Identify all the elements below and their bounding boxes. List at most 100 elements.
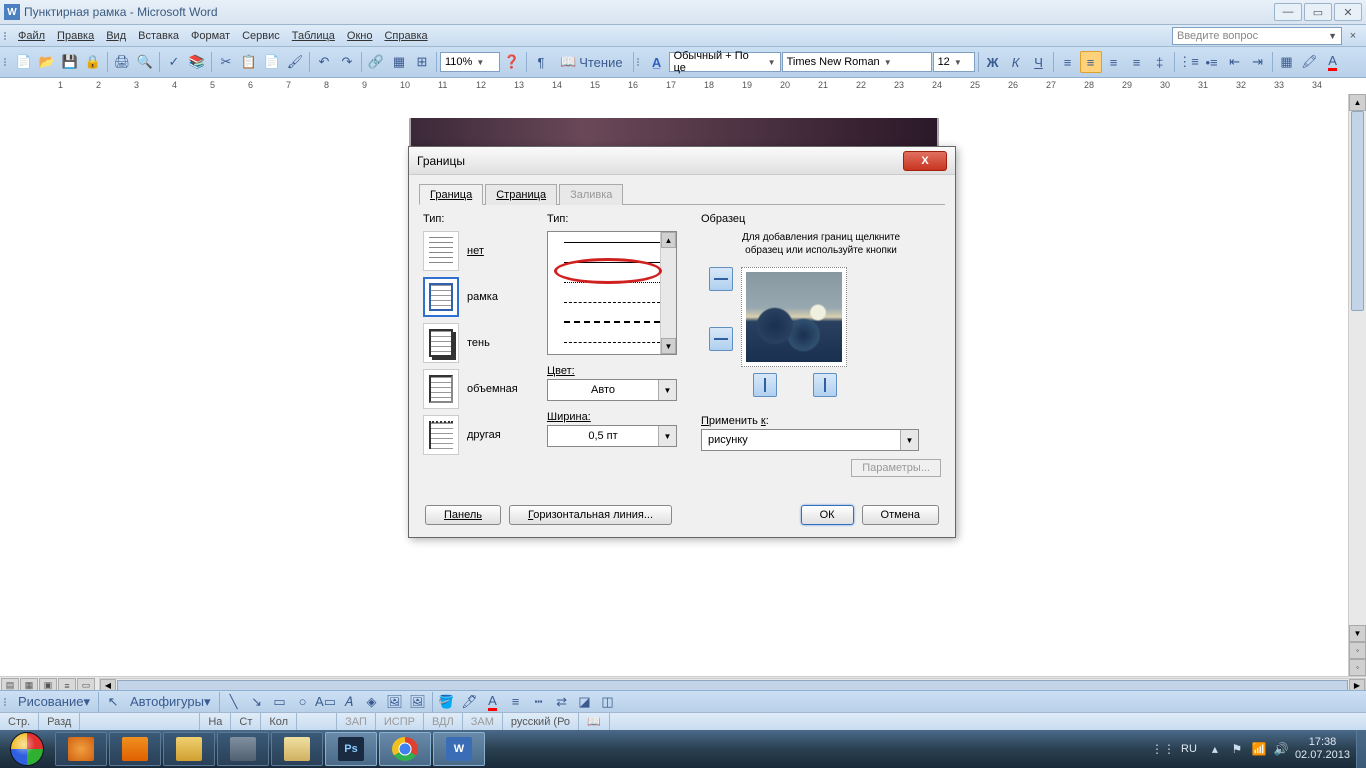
grip-icon[interactable]: [637, 58, 643, 66]
menu-file[interactable]: Файл: [12, 28, 51, 44]
borders-icon[interactable]: ▦: [1276, 51, 1298, 73]
underline-icon[interactable]: Ч: [1028, 51, 1050, 73]
menu-edit[interactable]: Правка: [51, 28, 100, 44]
tray-network-icon[interactable]: 📶: [1251, 741, 1267, 757]
border-right-button[interactable]: [813, 373, 837, 397]
color-select[interactable]: Авто▼: [547, 379, 677, 401]
reading-button[interactable]: 📖 Чтение: [553, 51, 630, 73]
styles-pane-icon[interactable]: A̲: [646, 51, 668, 73]
shadow-style-icon[interactable]: ◪: [574, 691, 596, 713]
permission-icon[interactable]: 🔒: [82, 51, 104, 73]
apply-to-select[interactable]: рисунку▼: [701, 429, 919, 451]
status-track[interactable]: ИСПР: [376, 713, 424, 730]
tab-fill[interactable]: Заливка: [559, 184, 623, 205]
bullets-icon[interactable]: •≡: [1201, 51, 1223, 73]
copy-icon[interactable]: 📋: [238, 51, 260, 73]
width-select[interactable]: 0,5 пт▼: [547, 425, 677, 447]
fill-color-icon[interactable]: 🪣: [436, 691, 458, 713]
scroll-thumb[interactable]: [1351, 111, 1364, 311]
taskbar-explorer[interactable]: [163, 732, 215, 766]
show-codes-icon[interactable]: ¶: [530, 51, 552, 73]
grip-icon[interactable]: [4, 32, 10, 40]
next-page-icon[interactable]: ◦: [1349, 659, 1366, 676]
autoshapes-menu[interactable]: Автофигуры ▾: [125, 691, 216, 713]
menu-service[interactable]: Сервис: [236, 28, 286, 44]
align-center-icon[interactable]: ≡: [1080, 51, 1102, 73]
dash-style-icon[interactable]: ┅: [528, 691, 550, 713]
diagram-icon[interactable]: ◈: [361, 691, 383, 713]
tray-flag-icon[interactable]: ⚑: [1229, 741, 1245, 757]
setting-shadow-icon[interactable]: [423, 323, 459, 363]
dialog-close-button[interactable]: X: [903, 151, 947, 171]
font-color-icon[interactable]: A: [1322, 51, 1344, 73]
save-icon[interactable]: 💾: [59, 51, 81, 73]
vertical-scrollbar[interactable]: ▲ ▼ ◦ ◦: [1348, 94, 1366, 676]
help-icon[interactable]: ❓: [501, 51, 523, 73]
font-size-select[interactable]: 12▼: [933, 52, 975, 72]
wordart-icon[interactable]: 𝐴: [338, 691, 360, 713]
paste-icon[interactable]: 📄: [261, 51, 283, 73]
print-icon[interactable]: 🖨: [111, 51, 133, 73]
clock[interactable]: 17:3802.07.2013: [1295, 736, 1350, 762]
oval-icon[interactable]: ○: [292, 691, 314, 713]
scroll-down-icon[interactable]: ▼: [1349, 625, 1366, 642]
taskbar-word[interactable]: W: [433, 732, 485, 766]
border-top-button[interactable]: [709, 267, 733, 291]
rectangle-icon[interactable]: ▭: [269, 691, 291, 713]
tables-borders-icon[interactable]: ▦: [388, 51, 410, 73]
show-desktop-button[interactable]: [1356, 730, 1366, 768]
bold-icon[interactable]: Ж: [982, 51, 1004, 73]
font-select[interactable]: Times New Roman▼: [782, 52, 932, 72]
spellcheck-icon[interactable]: ✓: [163, 51, 185, 73]
undo-icon[interactable]: ↶: [313, 51, 335, 73]
language-indicator[interactable]: RU: [1177, 741, 1201, 757]
line-style-item[interactable]: [548, 272, 676, 292]
increase-indent-icon[interactable]: ⇥: [1247, 51, 1269, 73]
setting-box-icon[interactable]: [423, 277, 459, 317]
taskbar-chrome[interactable]: [379, 732, 431, 766]
ok-button[interactable]: ОК: [801, 505, 854, 525]
arrow-style-icon[interactable]: ⇄: [551, 691, 573, 713]
tab-border[interactable]: Граница: [419, 184, 483, 205]
line-spacing-icon[interactable]: ‡: [1149, 51, 1171, 73]
tray-grip-icon[interactable]: ⋮⋮: [1155, 741, 1171, 757]
hyperlink-icon[interactable]: 🔗: [365, 51, 387, 73]
tray-show-hidden-icon[interactable]: ▴: [1207, 741, 1223, 757]
line-icon[interactable]: ╲: [223, 691, 245, 713]
drawing-menu[interactable]: Рисование ▾: [13, 691, 95, 713]
status-ext[interactable]: ВДЛ: [424, 713, 463, 730]
scroll-up-icon[interactable]: ▲: [1349, 94, 1366, 111]
minimize-button[interactable]: —: [1274, 3, 1302, 21]
horizontal-line-button[interactable]: Горизонтальная линия...: [509, 505, 672, 525]
new-doc-icon[interactable]: 📄: [13, 51, 35, 73]
zoom-select[interactable]: 110%▼: [440, 52, 500, 72]
decrease-indent-icon[interactable]: ⇤: [1224, 51, 1246, 73]
preview-icon[interactable]: 🔍: [134, 51, 156, 73]
3d-style-icon[interactable]: ◫: [597, 691, 619, 713]
help-search-input[interactable]: Введите вопрос▼: [1172, 27, 1342, 45]
research-icon[interactable]: 📚: [186, 51, 208, 73]
taskbar-app[interactable]: [271, 732, 323, 766]
status-language[interactable]: русский (Ро: [503, 713, 579, 730]
line-style-item[interactable]: [548, 312, 676, 332]
grip-icon[interactable]: [4, 58, 10, 66]
menu-table[interactable]: Таблица: [286, 28, 341, 44]
arrow-icon[interactable]: ↘: [246, 691, 268, 713]
setting-none-icon[interactable]: [423, 231, 459, 271]
menu-view[interactable]: Вид: [100, 28, 132, 44]
setting-3d-icon[interactable]: [423, 369, 459, 409]
preview-area[interactable]: [741, 267, 847, 367]
align-right-icon[interactable]: ≡: [1103, 51, 1125, 73]
select-objects-icon[interactable]: ↖: [102, 691, 124, 713]
open-icon[interactable]: 📂: [36, 51, 58, 73]
numbering-icon[interactable]: ⋮≡: [1178, 51, 1200, 73]
status-rec[interactable]: ЗАП: [337, 713, 376, 730]
tab-page[interactable]: Страница: [485, 184, 557, 205]
menu-format[interactable]: Формат: [185, 28, 236, 44]
insert-table-icon[interactable]: ⊞: [411, 51, 433, 73]
line-style-icon[interactable]: ≡: [505, 691, 527, 713]
grip-icon[interactable]: [4, 698, 10, 706]
border-bottom-button[interactable]: [709, 327, 733, 351]
format-painter-icon[interactable]: 🖌: [284, 51, 306, 73]
highlight-icon[interactable]: 🖍: [1299, 51, 1321, 73]
